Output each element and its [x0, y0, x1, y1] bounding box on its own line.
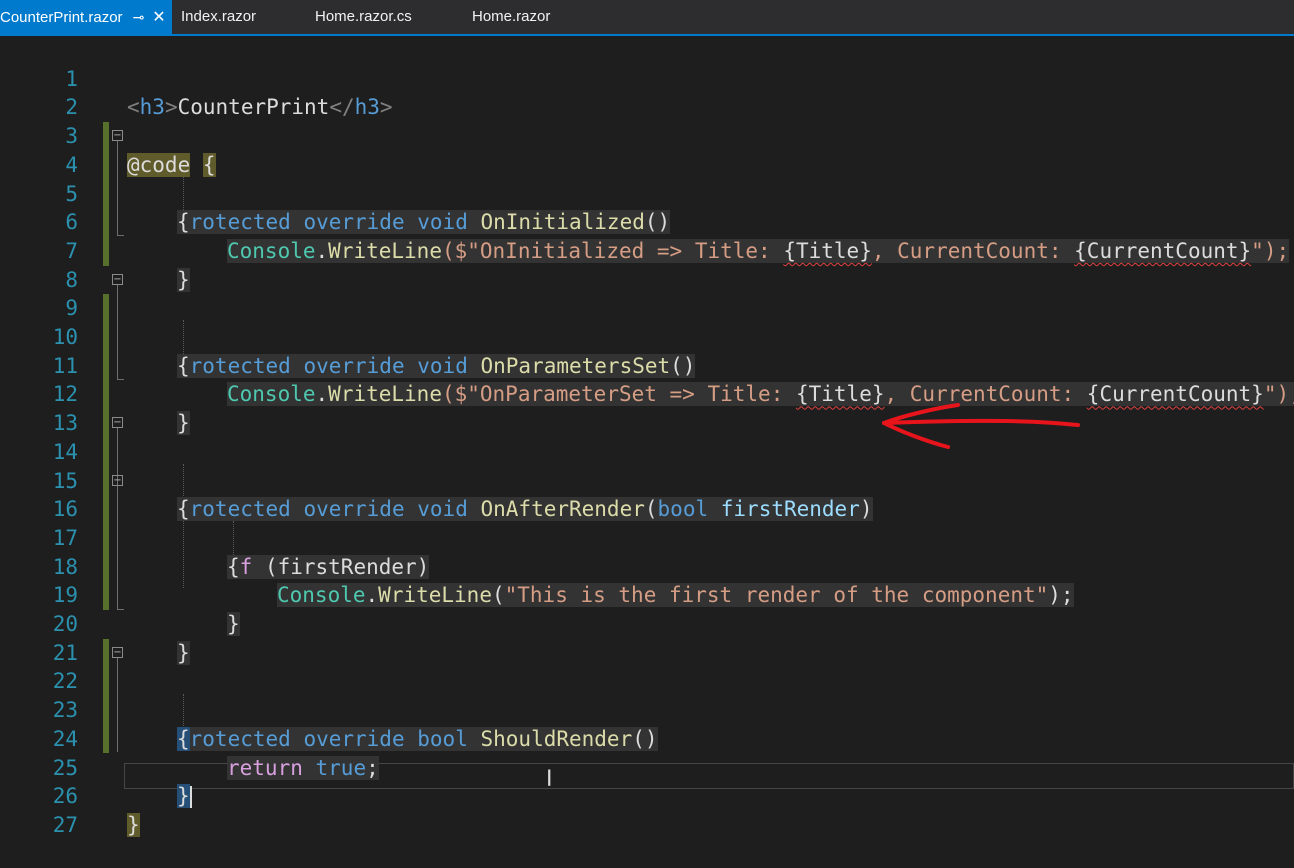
tab-home-razor-cs[interactable]: Home.razor.cs	[315, 0, 412, 34]
fold-toggle-icon[interactable]: −	[112, 273, 123, 285]
fold-toggle-icon[interactable]: −	[112, 646, 123, 658]
tab-counterprint-razor[interactable]: CounterPrint.razor ⊸ ✕	[0, 0, 172, 34]
code-line: 21	[0, 610, 1294, 665]
tab-label: CounterPrint.razor	[0, 9, 123, 26]
code-line: 6 Console.WriteLine($"OnInitialized => T…	[0, 180, 1294, 263]
code-line: 24 return true;	[0, 696, 1294, 780]
fold-toggle-icon[interactable]: −	[112, 474, 123, 486]
code-line: 4 − protected override void OnInitialize…	[0, 122, 1294, 235]
tab-label: Home.razor	[472, 8, 551, 25]
tab-bar: CounterPrint.razor ⊸ ✕ Index.razor Home.ra…	[0, 0, 1294, 36]
code-line: 20 }	[0, 581, 1294, 665]
arrow-head	[882, 403, 960, 449]
token: }	[127, 812, 140, 837]
mouse-ibeam-cursor-icon: Ι	[546, 767, 553, 792]
code-line: 18 Console.WriteLine("This is the first …	[0, 524, 1294, 608]
fold-toggle-icon[interactable]: −	[112, 130, 123, 142]
code-editor[interactable]: 1 <h3>CounterPrint</h3> 2 3 @code { 4 − …	[0, 36, 1294, 837]
pin-icon[interactable]: ⊸	[133, 0, 145, 34]
tab-home-razor[interactable]: Home.razor	[472, 0, 550, 34]
fold-toggle-icon[interactable]: −	[112, 417, 123, 429]
code-line: 10 {	[0, 294, 1294, 378]
code-line: 14 − protected override void OnAfterRend…	[0, 409, 1294, 522]
code-line: 7 }	[0, 208, 1294, 292]
code-line: 3 @code {	[0, 93, 1294, 177]
code-line: 9 − protected override void OnParameters…	[0, 266, 1294, 378]
code-line: 5 {	[0, 151, 1294, 235]
tab-index-razor[interactable]: Index.razor	[181, 0, 256, 34]
code-line: 26 }	[0, 754, 1294, 837]
code-line: 25 }	[0, 725, 1294, 809]
code-line: 2	[0, 65, 1294, 119]
code-line: 22 − protected override bool ShouldRende…	[0, 639, 1294, 751]
code-line: 13	[0, 380, 1294, 435]
code-line: 8	[0, 237, 1294, 292]
code-line: 23 {	[0, 667, 1294, 751]
code-line: 16 − if (firstRender)	[0, 467, 1294, 579]
line-code: }	[127, 811, 140, 840]
red-arrow-annotation	[882, 403, 1080, 449]
code-line: 27	[0, 782, 1294, 837]
line-number: 27	[52, 812, 78, 837]
code-line: 12 }	[0, 352, 1294, 436]
close-icon[interactable]: ✕	[152, 1, 165, 35]
tab-label: Index.razor	[181, 8, 257, 25]
tab-label: Home.razor.cs	[315, 8, 412, 25]
code-line: 15 {	[0, 438, 1294, 522]
code-line: 11 Console.WriteLine($"OnParameterSet =>…	[0, 323, 1294, 407]
code-line: 17 {	[0, 495, 1294, 579]
code-line: 19 }	[0, 553, 1294, 636]
arrow-shaft	[882, 418, 1080, 427]
code-line: 1 <h3>CounterPrint</h3>	[0, 36, 1294, 120]
